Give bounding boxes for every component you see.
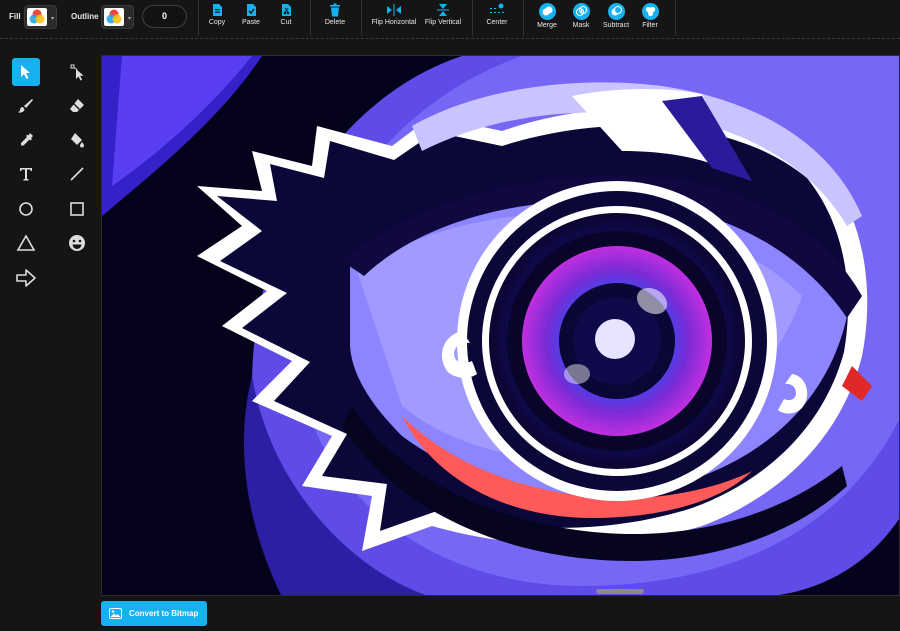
- filter-label: Filter: [642, 22, 658, 29]
- square-icon: [70, 202, 84, 216]
- paste-icon: [247, 4, 256, 16]
- toolbar-divider: [472, 0, 473, 36]
- paste-button[interactable]: Paste: [237, 3, 265, 33]
- center-align-icon: [490, 3, 504, 13]
- merge-icon: [538, 3, 556, 20]
- filter-icon: [641, 3, 659, 20]
- paste-label: Paste: [242, 19, 260, 26]
- flip-horizontal-button[interactable]: Flip Horizontal: [368, 3, 420, 33]
- scissors-icon: [282, 4, 291, 16]
- filter-button[interactable]: Filter: [638, 3, 662, 33]
- node-edit-tool[interactable]: [63, 58, 91, 86]
- arrow-shape-tool[interactable]: [12, 264, 40, 292]
- color-palette-icon: [29, 9, 45, 24]
- toolbar-divider: [198, 0, 199, 36]
- paint-bucket-icon: [71, 133, 84, 148]
- mask-button[interactable]: Mask: [568, 3, 594, 33]
- toolbar-divider: [675, 0, 676, 36]
- cut-label: Cut: [280, 19, 292, 26]
- eyedropper-tool[interactable]: [12, 126, 40, 154]
- mask-icon: [572, 3, 590, 20]
- smiley-icon: [69, 235, 85, 251]
- mask-label: Mask: [572, 22, 590, 29]
- cut-button[interactable]: Cut: [272, 3, 300, 33]
- eraser-icon: [70, 99, 84, 112]
- flip-vertical-button[interactable]: Flip Vertical: [423, 3, 463, 33]
- brush-icon: [18, 99, 33, 113]
- sticker-tool[interactable]: [63, 229, 91, 257]
- rectangle-tool[interactable]: [63, 195, 91, 223]
- horizontal-scrollbar[interactable]: [596, 589, 644, 594]
- select-tool[interactable]: [12, 58, 40, 86]
- eye-illustration: [102, 56, 899, 595]
- text-t-icon: [20, 168, 32, 181]
- convert-to-bitmap-button[interactable]: Convert to Bitmap: [101, 601, 207, 626]
- node-pointer-icon: [70, 64, 84, 81]
- outline-width-input[interactable]: 0: [142, 5, 187, 28]
- triangle-icon: [16, 234, 36, 251]
- fill-label: Fill: [9, 12, 21, 21]
- toolbar-divider: [523, 0, 524, 36]
- toolbar-border: [0, 38, 900, 39]
- outline-label: Outline: [71, 12, 99, 21]
- convert-label: Convert to Bitmap: [129, 609, 199, 618]
- fill-bucket-tool[interactable]: [63, 126, 91, 154]
- fill-color-picker[interactable]: ▾: [24, 5, 57, 29]
- merge-label: Merge: [537, 22, 557, 29]
- cursor-arrow-icon: [21, 65, 30, 79]
- top-toolbar: Fill ▾ Outline ▾ 0 Copy Paste Cut Delete…: [0, 0, 900, 38]
- delete-label: Delete: [324, 19, 346, 26]
- outline-color-picker[interactable]: ▾: [101, 5, 134, 29]
- subtract-label: Subtract: [602, 22, 630, 29]
- trash-icon: [330, 3, 340, 17]
- flip-vertical-label: Flip Vertical: [424, 19, 462, 26]
- copy-label: Copy: [208, 19, 226, 26]
- subtract-button[interactable]: Subtract: [600, 3, 632, 33]
- delete-button[interactable]: Delete: [320, 3, 350, 33]
- brush-tool[interactable]: [12, 92, 40, 120]
- eraser-tool[interactable]: [63, 92, 91, 120]
- center-label: Center: [486, 19, 508, 26]
- chevron-down-icon: ▾: [127, 16, 131, 22]
- image-icon: [109, 608, 122, 619]
- chevron-down-icon: ▾: [50, 16, 54, 22]
- copy-button[interactable]: Copy: [203, 3, 231, 33]
- color-palette-icon: [106, 9, 122, 24]
- triangle-tool[interactable]: [12, 229, 40, 257]
- toolbar-divider: [361, 0, 362, 36]
- drawing-canvas[interactable]: [101, 55, 900, 596]
- flip-horizontal-label: Flip Horizontal: [371, 19, 417, 26]
- circle-tool[interactable]: [12, 195, 40, 223]
- flip-horizontal-icon: [387, 4, 401, 16]
- toolbar-divider: [310, 0, 311, 36]
- line-icon: [70, 167, 84, 181]
- subtract-icon: [607, 3, 625, 20]
- eyedropper-icon: [21, 133, 33, 146]
- text-tool[interactable]: [12, 160, 40, 188]
- arrow-right-icon: [16, 269, 36, 287]
- circle-icon: [19, 202, 33, 216]
- copy-icon: [213, 4, 222, 16]
- line-tool[interactable]: [63, 160, 91, 188]
- merge-button[interactable]: Merge: [533, 3, 561, 33]
- flip-vertical-icon: [437, 4, 449, 16]
- center-button[interactable]: Center: [482, 3, 512, 33]
